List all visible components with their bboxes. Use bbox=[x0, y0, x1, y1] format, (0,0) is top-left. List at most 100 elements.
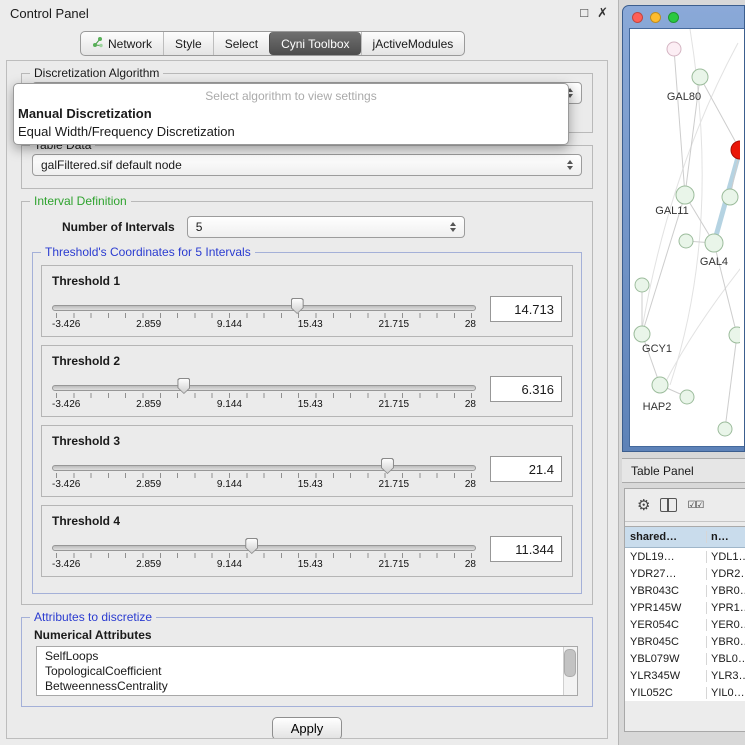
close-traffic-light[interactable] bbox=[632, 12, 643, 23]
table-row[interactable]: YDR27…YDR2… bbox=[625, 565, 745, 582]
network-node[interactable] bbox=[722, 189, 738, 205]
network-node[interactable] bbox=[729, 327, 740, 343]
network-node-gal4[interactable] bbox=[705, 234, 723, 252]
columns-icon[interactable] bbox=[660, 498, 677, 512]
scale-tick-label: 15.43 bbox=[298, 559, 323, 570]
scale-tick-label: 28 bbox=[465, 319, 476, 330]
slider-track[interactable] bbox=[52, 385, 476, 391]
network-node[interactable] bbox=[731, 141, 740, 159]
threshold-4-box: Threshold 4-3.4262.8599.14415.4321.71528… bbox=[41, 505, 573, 577]
column-header[interactable]: n… bbox=[707, 531, 745, 543]
threshold-value-field[interactable]: 11.344 bbox=[490, 536, 562, 562]
control-panel-titlebar: Control Panel □ ✗ bbox=[0, 0, 618, 26]
dropdown-option-equal-width-frequency[interactable]: Equal Width/Frequency Discretization bbox=[14, 124, 568, 139]
slider-scale: -3.4262.8599.14415.4321.71528 bbox=[52, 559, 476, 570]
slider-scale: -3.4262.8599.14415.4321.71528 bbox=[52, 479, 476, 490]
network-node-gal80[interactable] bbox=[692, 69, 708, 85]
node-label: HAP2 bbox=[643, 401, 672, 413]
slider-thumb[interactable] bbox=[381, 458, 394, 474]
scale-tick-label: 15.43 bbox=[298, 319, 323, 330]
slider-track[interactable] bbox=[52, 545, 476, 551]
float-window-icon[interactable]: □ bbox=[580, 5, 588, 21]
network-node[interactable] bbox=[667, 42, 681, 56]
select-columns-icon[interactable]: ☑☑ bbox=[687, 500, 703, 511]
cyni-toolbox-panel: Discretization Algorithm Select algorith… bbox=[6, 60, 608, 739]
network-node[interactable] bbox=[635, 278, 649, 292]
tab-cyni-toolbox[interactable]: Cyni Toolbox bbox=[269, 32, 360, 55]
attribute-list-item[interactable]: SelfLoops bbox=[45, 649, 561, 664]
network-node[interactable] bbox=[679, 234, 693, 248]
apply-button[interactable]: Apply bbox=[272, 717, 343, 739]
numerical-attributes-list[interactable]: SelfLoopsTopologicalCoefficientBetweenne… bbox=[36, 646, 578, 696]
gear-icon[interactable]: ⚙ bbox=[637, 496, 650, 514]
table-row[interactable]: YBL079WYBL0… bbox=[625, 650, 745, 667]
right-column: GAL80GAL11GAL4GCY1HAP2 Table Panel ⚙ ☑☑ … bbox=[622, 0, 745, 745]
scrollbar-thumb[interactable] bbox=[564, 649, 576, 677]
network-canvas[interactable]: GAL80GAL11GAL4GCY1HAP2 bbox=[629, 28, 744, 447]
network-edge[interactable] bbox=[725, 335, 737, 429]
scale-tick-label: 21.715 bbox=[379, 479, 410, 490]
slider-thumb[interactable] bbox=[177, 378, 190, 394]
scale-tick-label: -3.426 bbox=[52, 559, 80, 570]
list-scrollbar[interactable] bbox=[563, 647, 577, 695]
table-row[interactable]: YBR043CYBR0… bbox=[625, 582, 745, 599]
threshold-slider[interactable]: -3.4262.8599.14415.4321.71528 bbox=[52, 376, 476, 412]
network-edge[interactable] bbox=[674, 49, 685, 195]
network-view-window[interactable]: GAL80GAL11GAL4GCY1HAP2 bbox=[622, 5, 745, 452]
top-tab-row: NetworkStyleSelect Cyni Toolbox jActiveMod… bbox=[0, 26, 618, 56]
table-data-combobox[interactable]: galFiltered.sif default node bbox=[32, 154, 582, 176]
slider-thumb[interactable] bbox=[245, 538, 258, 554]
attribute-list-item[interactable]: BetweennessCentrality bbox=[45, 679, 561, 694]
threshold-slider[interactable]: -3.4262.8599.14415.4321.71528 bbox=[52, 456, 476, 492]
tab-select[interactable]: Select bbox=[213, 32, 269, 55]
interval-definition-title: Interval Definition bbox=[30, 194, 131, 208]
scale-tick-label: 2.859 bbox=[136, 479, 161, 490]
attribute-list-item[interactable]: TopologicalCoefficient bbox=[45, 664, 561, 679]
network-node[interactable] bbox=[718, 422, 732, 436]
network-window-titlebar bbox=[629, 6, 744, 28]
dropdown-option-manual-discretization[interactable]: Manual Discretization bbox=[14, 106, 568, 121]
threshold-slider[interactable]: -3.4262.8599.14415.4321.71528 bbox=[52, 296, 476, 332]
close-icon[interactable]: ✗ bbox=[597, 5, 608, 21]
column-header[interactable]: shared… bbox=[625, 531, 707, 543]
table-cell: YDL19… bbox=[625, 551, 707, 563]
tab-jactivemodules[interactable]: jActiveModules bbox=[361, 32, 465, 55]
numerical-attributes-label: Numerical Attributes bbox=[34, 628, 580, 642]
thresholds-group-title: Threshold's Coordinates for 5 Intervals bbox=[41, 245, 255, 259]
threshold-1-box: Threshold 1 -3.4262.8599.14415.4321.71528… bbox=[41, 265, 573, 337]
threshold-label: Threshold 1 bbox=[52, 274, 562, 288]
number-of-intervals-combobox[interactable]: 5 bbox=[187, 216, 465, 238]
table-row[interactable]: YER054CYER0… bbox=[625, 616, 745, 633]
table-cell: YDR2… bbox=[707, 568, 745, 580]
slider-track[interactable] bbox=[52, 305, 476, 311]
table-panel-header[interactable]: Table Panel bbox=[622, 458, 745, 483]
attributes-group: Attributes to discretize Numerical Attri… bbox=[21, 617, 593, 707]
table-row[interactable]: YLR345WYLR3… bbox=[625, 667, 745, 684]
table-row[interactable]: YIL052CYIL0… bbox=[625, 684, 745, 701]
attributes-group-title: Attributes to discretize bbox=[30, 610, 156, 624]
slider-thumb[interactable] bbox=[291, 298, 304, 314]
table-row[interactable]: YBR045CYBR0… bbox=[625, 633, 745, 650]
threshold-value-field[interactable]: 14.713 bbox=[490, 296, 562, 322]
network-node-gcy1[interactable] bbox=[634, 326, 650, 342]
slider-ticks bbox=[56, 473, 472, 478]
threshold-slider[interactable]: -3.4262.8599.14415.4321.71528 bbox=[52, 536, 476, 572]
network-edge[interactable] bbox=[700, 77, 740, 150]
table-row[interactable]: YPR145WYPR1… bbox=[625, 599, 745, 616]
scale-tick-label: 15.43 bbox=[298, 399, 323, 410]
network-node-hap2[interactable] bbox=[652, 377, 668, 393]
threshold-label: Threshold 2 bbox=[52, 354, 562, 368]
tab-network[interactable]: Network bbox=[81, 32, 163, 55]
table-row[interactable]: YDL19…YDL1… bbox=[625, 548, 745, 565]
algorithm-group-title: Discretization Algorithm bbox=[30, 66, 163, 80]
tab-label: Cyni Toolbox bbox=[281, 37, 349, 51]
network-node[interactable] bbox=[680, 390, 694, 404]
network-node-gal11[interactable] bbox=[676, 186, 694, 204]
slider-track[interactable] bbox=[52, 465, 476, 471]
zoom-traffic-light[interactable] bbox=[668, 12, 679, 23]
minimize-traffic-light[interactable] bbox=[650, 12, 661, 23]
threshold-value-field[interactable]: 21.4 bbox=[490, 456, 562, 482]
threshold-value-field[interactable]: 6.316 bbox=[490, 376, 562, 402]
tab-style[interactable]: Style bbox=[163, 32, 213, 55]
dropdown-placeholder-option[interactable]: Select algorithm to view settings bbox=[14, 89, 568, 103]
